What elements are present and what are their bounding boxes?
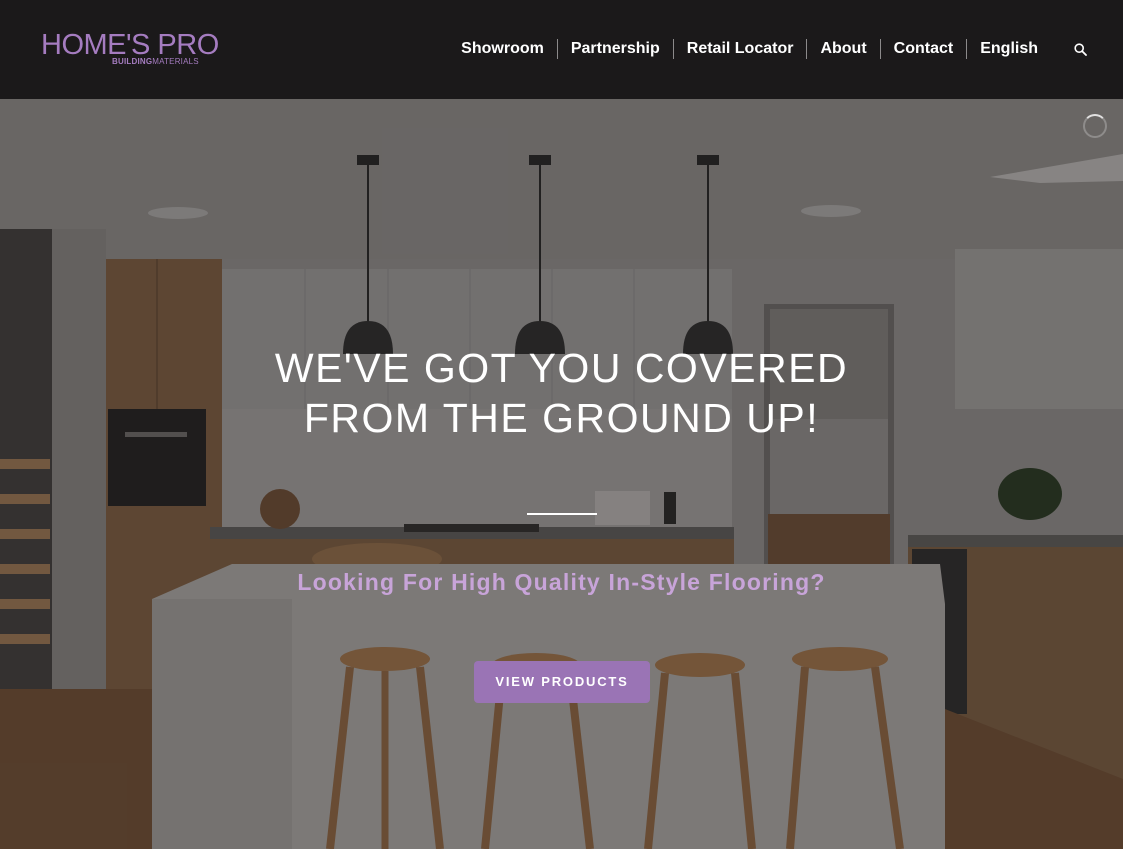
nav-retail-locator[interactable]: Retail Locator: [674, 39, 807, 59]
hero-dim-overlay: [0, 99, 1123, 849]
search-button[interactable]: [1059, 36, 1101, 62]
logo-tagline-bold: BUILDING: [112, 57, 153, 66]
hero-banner: WE'VE GOT YOU COVERED FROM THE GROUND UP…: [0, 99, 1123, 849]
hero-divider: [527, 513, 597, 515]
search-icon: [1073, 42, 1087, 56]
hero-headline-line-1: WE'VE GOT YOU COVERED: [274, 345, 849, 391]
hero-headline-line-2: FROM THE GROUND UP!: [303, 395, 820, 441]
loading-spinner-icon: [1083, 114, 1107, 138]
nav-partnership[interactable]: Partnership: [558, 39, 673, 59]
site-header: HOME'S PRO BUILDINGMATERIALS Showroom Pa…: [0, 0, 1123, 99]
nav-language-english[interactable]: English: [967, 39, 1051, 59]
hero-headline: WE'VE GOT YOU COVERED FROM THE GROUND UP…: [0, 343, 1123, 443]
nav-about[interactable]: About: [807, 39, 879, 59]
nav-contact[interactable]: Contact: [881, 39, 967, 59]
view-products-button[interactable]: VIEW PRODUCTS: [474, 661, 650, 703]
home-link-logo[interactable]: HOME'S PRO BUILDINGMATERIALS: [41, 29, 219, 70]
nav-showroom[interactable]: Showroom: [448, 39, 557, 59]
logo-wordmark: HOME'S PRO: [41, 29, 219, 61]
main-nav: Showroom Partnership Retail Locator Abou…: [448, 36, 1123, 62]
logo-tagline: BUILDINGMATERIALS: [112, 57, 199, 67]
logo-tagline-light: MATERIALS: [152, 57, 199, 66]
hero-subheadline: Looking For High Quality In-Style Floori…: [297, 569, 826, 595]
